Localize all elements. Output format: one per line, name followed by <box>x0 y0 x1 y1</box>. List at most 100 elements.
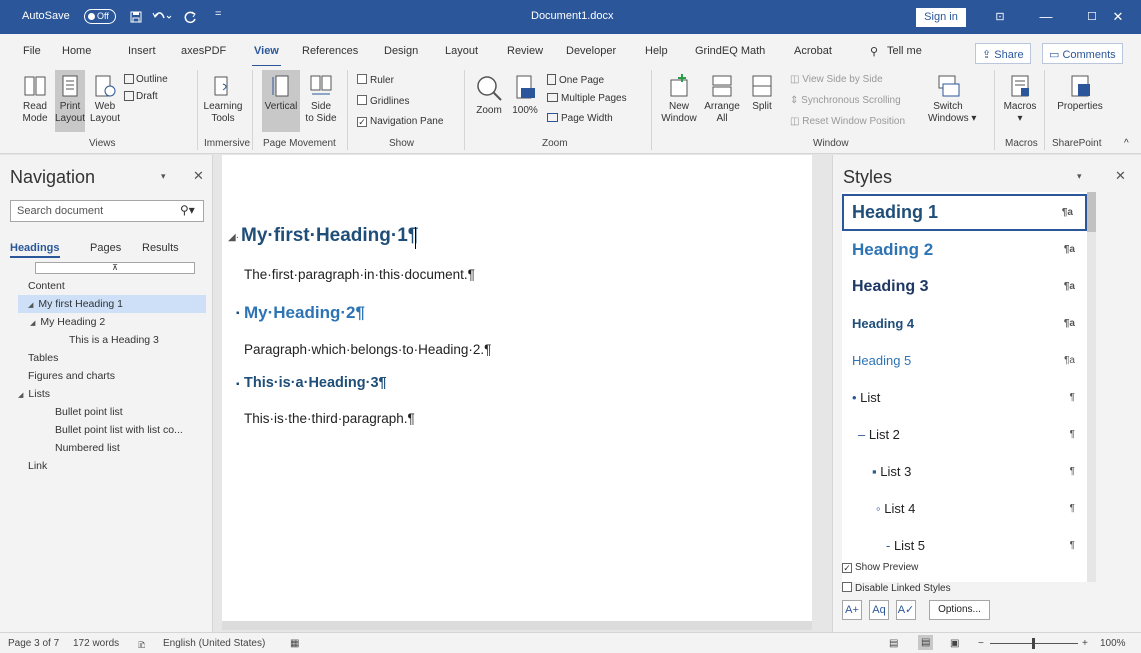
styles-scrollbar[interactable] <box>1087 192 1096 582</box>
side-to-side-button[interactable]: Side to Side <box>303 74 339 125</box>
word-count[interactable]: 172 words <box>73 638 119 649</box>
disable-linked-styles-checkbox[interactable]: Disable Linked Styles <box>842 582 951 595</box>
proofing-icon[interactable]: 🗈 <box>138 638 145 653</box>
zoom-100-button[interactable]: 100% <box>510 74 540 117</box>
search-icon[interactable]: ⚲ <box>870 45 878 58</box>
arrange-all-button[interactable]: Arrange All <box>702 74 742 125</box>
pane-options-icon[interactable]: ▾ <box>161 171 166 182</box>
tab-review[interactable]: Review <box>507 45 543 57</box>
synchronous-scrolling-button[interactable]: ⇕ Synchronous Scrolling <box>790 95 901 107</box>
zoom-out-icon[interactable]: − <box>978 638 984 649</box>
nav-item-tables[interactable]: Tables <box>28 349 58 367</box>
search-document-input[interactable]: Search document <box>10 200 204 222</box>
page-count[interactable]: Page 3 of 7 <box>8 638 59 649</box>
macros-button[interactable]: Macros ▾ <box>1003 74 1037 125</box>
customize-qat-icon[interactable]: = <box>215 8 221 20</box>
page-width-button[interactable]: Page Width <box>547 113 613 125</box>
tab-headings[interactable]: Headings <box>10 242 60 258</box>
learning-tools-button[interactable]: Learning Tools <box>203 74 243 125</box>
tab-help[interactable]: Help <box>645 45 668 57</box>
style-list-3[interactable]: ▪ List 3 ¶ <box>842 453 1087 490</box>
read-mode-button[interactable]: Read Mode <box>20 74 50 125</box>
outline-button[interactable]: Outline <box>124 74 168 86</box>
print-layout-icon[interactable]: ▤ <box>918 635 934 650</box>
nav-item-link[interactable]: Link <box>28 457 47 475</box>
tab-axespdf[interactable]: axesPDF <box>181 45 226 57</box>
navigation-pane-checkbox[interactable]: ✓ Navigation Pane <box>357 116 443 128</box>
tab-developer[interactable]: Developer <box>566 45 616 57</box>
close-pane-icon[interactable]: ✕ <box>193 168 204 184</box>
tab-file[interactable]: File <box>23 45 41 57</box>
show-preview-checkbox[interactable]: ✓ Show Preview <box>842 562 918 574</box>
style-list-5[interactable]: - List 5 ¶ <box>842 527 1087 564</box>
sign-in-button[interactable]: Sign in <box>916 8 966 27</box>
gridlines-checkbox[interactable]: Gridlines <box>357 95 409 108</box>
draft-button[interactable]: Draft <box>124 91 158 103</box>
new-window-button[interactable]: New Window <box>661 74 697 125</box>
tab-layout[interactable]: Layout <box>445 45 478 57</box>
save-icon[interactable] <box>130 11 142 23</box>
tab-results[interactable]: Results <box>142 242 179 254</box>
switch-windows-button[interactable]: Switch Windows ▾ <box>928 74 976 125</box>
search-icon[interactable]: ⚲▾ <box>180 203 195 217</box>
one-page-button[interactable]: One Page <box>547 74 604 87</box>
zoom-level[interactable]: 100% <box>1100 638 1126 649</box>
autosave-toggle[interactable]: Off <box>84 9 116 24</box>
tab-insert[interactable]: Insert <box>128 45 156 57</box>
ribbon-display-options-icon[interactable]: ⊡ <box>977 0 1023 34</box>
style-list-4[interactable]: ◦ List 4 ¶ <box>842 490 1087 527</box>
nav-item-lists[interactable]: ◢ Lists <box>18 385 50 403</box>
nav-item-bullet-list[interactable]: Bullet point list <box>55 403 123 421</box>
close-pane-icon[interactable]: ✕ <box>1115 168 1126 184</box>
read-mode-icon[interactable]: ▤ <box>889 638 898 649</box>
style-heading-2[interactable]: Heading 2 ¶a <box>842 231 1087 268</box>
style-heading-3[interactable]: Heading 3 ¶a <box>842 268 1087 305</box>
share-button[interactable]: ⇪ Share <box>975 43 1031 64</box>
split-button[interactable]: Split <box>747 74 777 113</box>
tab-references[interactable]: References <box>302 45 358 57</box>
minimize-button[interactable]: — <box>1023 0 1069 34</box>
style-heading-4[interactable]: Heading 4 ¶a <box>842 305 1087 342</box>
multiple-pages-button[interactable]: Multiple Pages <box>547 93 627 105</box>
language-indicator[interactable]: English (United States) <box>163 638 265 649</box>
heading-2[interactable]: My·Heading·2¶ <box>244 303 365 323</box>
nav-item-heading-3[interactable]: This is a Heading 3 <box>69 331 159 349</box>
styles-scroll-thumb[interactable] <box>1087 192 1096 232</box>
style-heading-1[interactable]: Heading 1 ¶a <box>842 194 1087 231</box>
print-layout-button[interactable]: Print Layout <box>55 70 85 132</box>
accessibility-icon[interactable]: ▦ <box>290 638 299 649</box>
tab-acrobat[interactable]: Acrobat <box>794 45 832 57</box>
nav-item-numbered-list[interactable]: Numbered list <box>55 439 120 457</box>
tab-home[interactable]: Home <box>62 45 91 57</box>
tab-pages[interactable]: Pages <box>90 242 121 254</box>
view-side-by-side-button[interactable]: ◫ View Side by Side <box>790 74 883 86</box>
options-button[interactable]: Options... <box>929 600 990 620</box>
tell-me-label[interactable]: Tell me <box>887 45 922 57</box>
document-page[interactable]: ◢· My·first·Heading·1¶ The·first·paragra… <box>222 155 812 621</box>
style-heading-5[interactable]: Heading 5 ¶a <box>842 342 1087 379</box>
reset-window-position-button[interactable]: ◫ Reset Window Position <box>790 116 905 128</box>
scroll-to-top-icon[interactable]: ⊼ <box>35 262 195 274</box>
nav-item-content[interactable]: Content <box>28 277 65 295</box>
close-button[interactable]: ✕ <box>1095 0 1141 34</box>
nav-item-my-first-heading-1[interactable]: ◢ My first Heading 1 <box>18 295 206 313</box>
web-layout-icon[interactable]: ▣ <box>950 638 959 649</box>
collapse-heading-icon[interactable]: ◢· <box>228 232 239 243</box>
zoom-button[interactable]: Zoom <box>474 74 504 117</box>
tab-view[interactable]: View <box>252 45 281 67</box>
heading-3[interactable]: This·is·a·Heading·3¶ <box>244 375 387 391</box>
heading-1[interactable]: My·first·Heading·1¶ <box>241 225 418 247</box>
manage-styles-icon[interactable]: A✓ <box>896 600 916 620</box>
properties-button[interactable]: Properties <box>1054 74 1106 113</box>
nav-item-bullet-list-co[interactable]: Bullet point list with list co... <box>55 421 183 439</box>
tab-design[interactable]: Design <box>384 45 418 57</box>
collapse-ribbon-icon[interactable]: ^ <box>1124 138 1129 150</box>
zoom-in-icon[interactable]: + <box>1082 638 1088 649</box>
style-list-2[interactable]: – List 2 ¶ <box>842 416 1087 453</box>
paragraph-3[interactable]: This·is·the·third·paragraph.¶ <box>244 411 415 426</box>
tab-grindeq-math[interactable]: GrindEQ Math <box>695 45 765 57</box>
nav-item-my-heading-2[interactable]: ◢ My Heading 2 <box>30 313 105 331</box>
new-style-icon[interactable]: A+ <box>842 600 862 620</box>
undo-icon[interactable] <box>152 10 172 24</box>
web-layout-button[interactable]: Web Layout <box>89 74 121 125</box>
